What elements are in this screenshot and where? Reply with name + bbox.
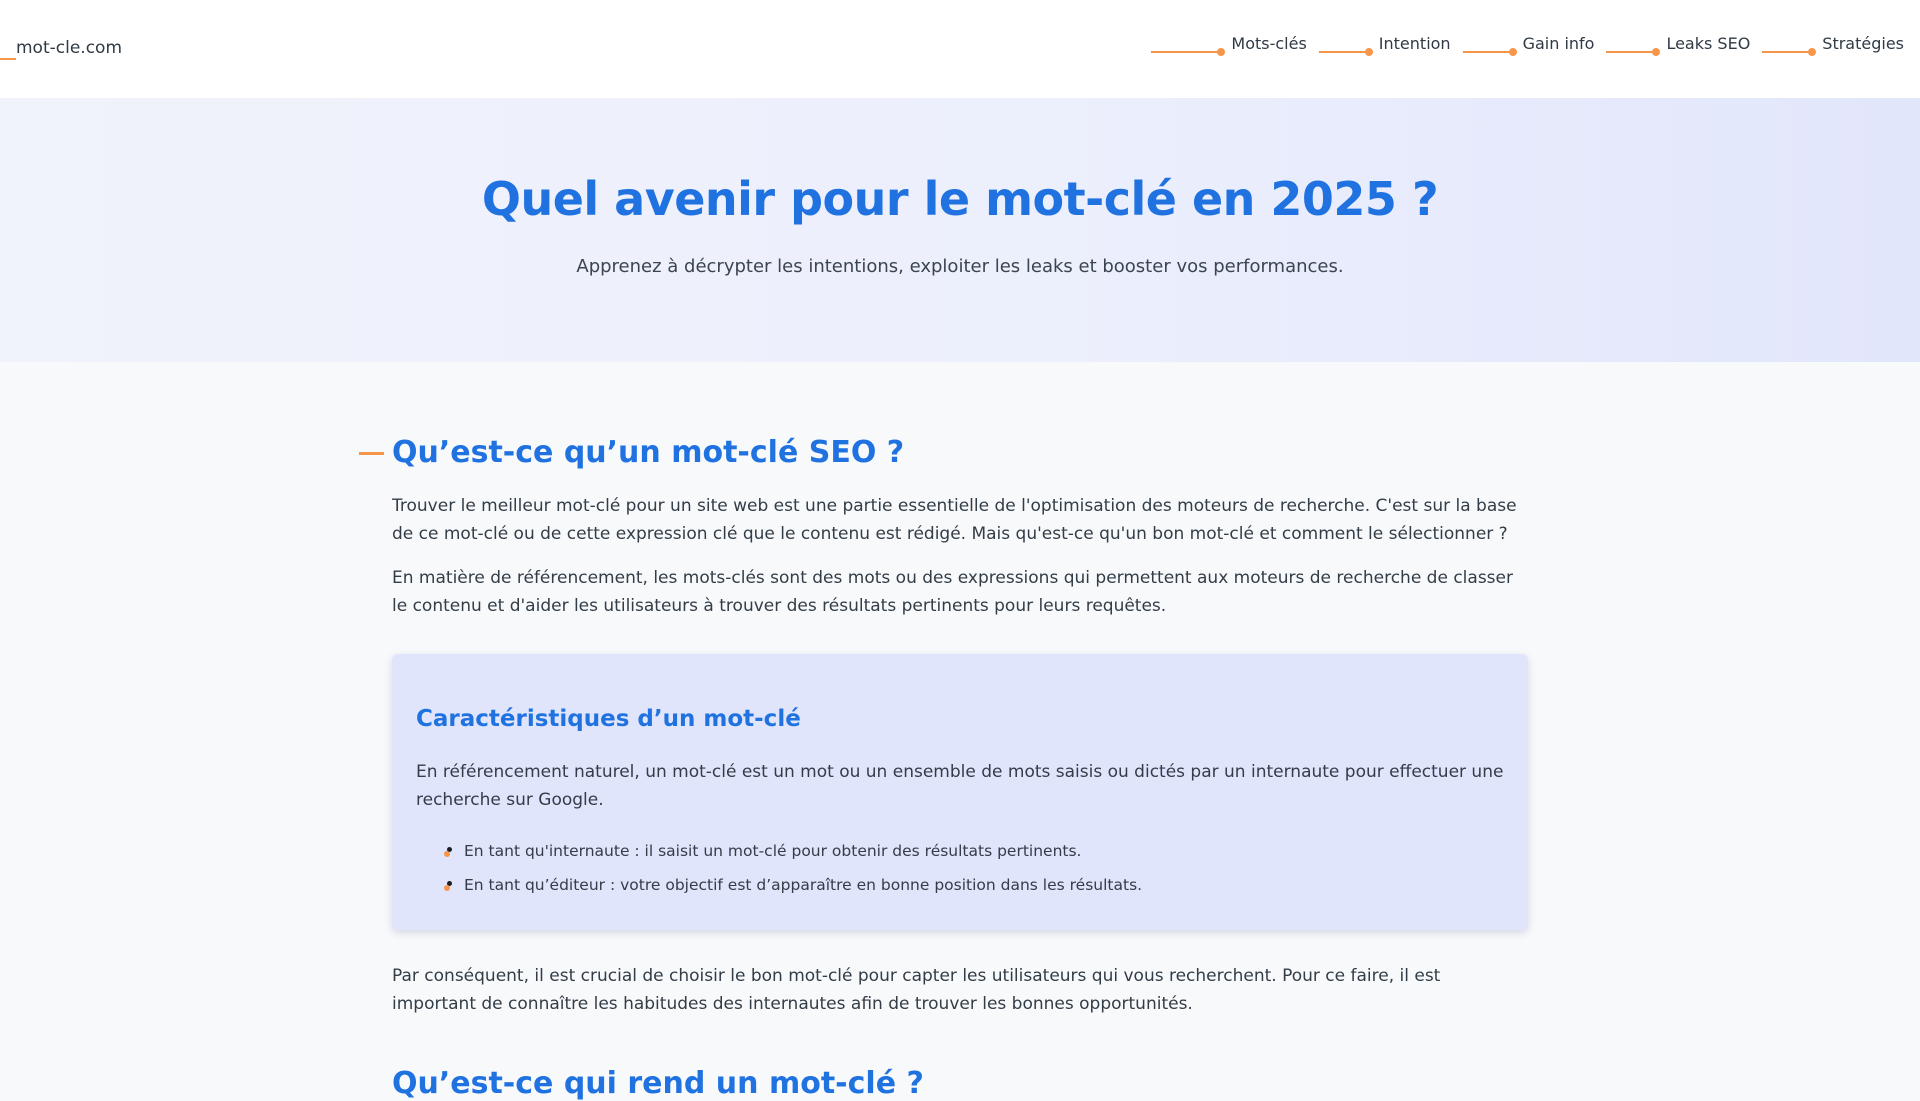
site-header: mot-cle.com Mots-clés Intention Gain inf… [0, 0, 1920, 98]
brand-link[interactable]: mot-cle.com [16, 38, 122, 58]
paragraph: Par conséquent, il est crucial de choisi… [392, 966, 1441, 1014]
nav-label: Leaks SEO [1666, 34, 1751, 53]
brand-accent-line [0, 58, 16, 60]
nav-decoration-icon [1318, 34, 1375, 56]
card-title: Caractéristiques d’un mot-clé [416, 706, 801, 732]
paragraph: En matière de référencement, les mots-cl… [392, 568, 1513, 616]
card-text: En référencement naturel, un mot-clé est… [416, 762, 1504, 810]
list-item: En tant qu'internaute : il saisit un mot… [444, 834, 1142, 868]
hero-subtitle: Apprenez à décrypter les intentions, exp… [576, 256, 1344, 277]
section-header: Qu’est-ce qu’un mot-clé SEO ? [359, 362, 905, 472]
nav-item-intention[interactable]: Intention [1318, 34, 1451, 56]
nav-decoration-icon [1462, 34, 1519, 56]
nav-decoration-icon [1762, 34, 1818, 56]
list-item: En tant qu’éditeur : votre objectif est … [444, 868, 1142, 902]
nav-label: Stratégies [1822, 34, 1904, 53]
page-title: Quel avenir pour le mot-clé en 2025 ? [481, 172, 1439, 226]
section-title: Qu’est-ce qui rend un mot-clé ? [392, 1066, 924, 1101]
card-list: En tant qu'internaute : il saisit un mot… [444, 834, 1142, 902]
hero-banner: Quel avenir pour le mot-clé en 2025 ? Ap… [0, 98, 1920, 362]
info-card: Caractéristiques d’un mot-clé En référen… [392, 654, 1528, 930]
main-nav: Mots-clés Intention Gain info Leaks SEO … [1139, 34, 1904, 56]
bullet-icon [444, 881, 454, 891]
nav-label: Mots-clés [1231, 34, 1307, 53]
list-item-text: En tant qu'internaute : il saisit un mot… [464, 842, 1082, 860]
bullet-icon [444, 847, 454, 857]
nav-label: Gain info [1522, 34, 1595, 53]
nav-decoration-icon [1151, 34, 1227, 56]
section-title: Qu’est-ce qu’un mot-clé SEO ? [392, 435, 905, 470]
paragraph: Trouver le meilleur mot-clé pour un site… [392, 496, 1517, 544]
nav-label: Intention [1378, 34, 1451, 53]
nav-item-leaks-seo[interactable]: Leaks SEO [1606, 34, 1750, 56]
nav-decoration-icon [1606, 34, 1662, 56]
nav-item-mots-cles[interactable]: Mots-clés [1151, 34, 1307, 56]
nav-item-strategies[interactable]: Stratégies [1762, 34, 1904, 56]
section-accent-dash [359, 452, 384, 455]
nav-item-gain-info[interactable]: Gain info [1462, 34, 1595, 56]
list-item-text: En tant qu’éditeur : votre objectif est … [464, 876, 1143, 894]
